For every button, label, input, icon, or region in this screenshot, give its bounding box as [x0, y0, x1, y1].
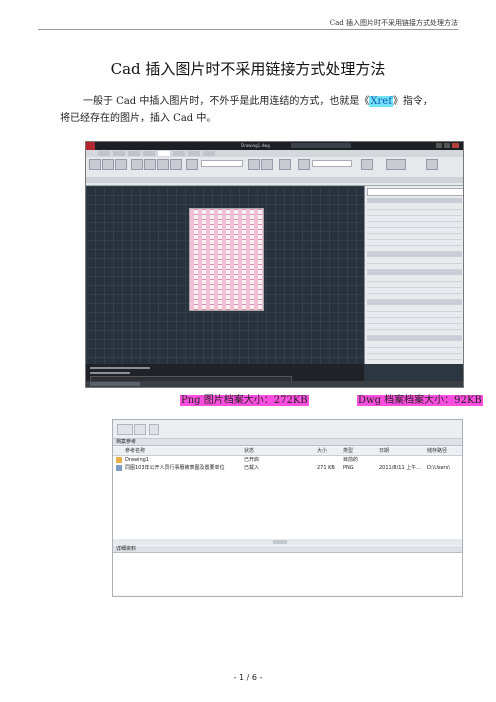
- command-line[interactable]: [86, 364, 364, 382]
- refresh-icon[interactable]: [134, 424, 146, 435]
- cad-ribbon-tabs[interactable]: [86, 150, 463, 157]
- table-row[interactable]: 同图103年公开人员行事曆被表图及置要单位 已载入 271 KB PNG 201…: [113, 464, 462, 472]
- command-history-line: [90, 367, 150, 369]
- details-pane: [113, 553, 462, 595]
- row-path: D:\Users\: [427, 465, 450, 471]
- match-properties-icon[interactable]: [298, 159, 310, 170]
- inserted-image[interactable]: [189, 208, 264, 311]
- xref-highlight: Xref: [369, 96, 393, 107]
- paste-tool-icon[interactable]: [426, 159, 438, 170]
- property-group-header[interactable]: [367, 300, 462, 305]
- file-references-header: 档案参考: [113, 439, 462, 446]
- layer-dropdown[interactable]: [201, 160, 243, 167]
- line-tool-icon[interactable]: [89, 159, 101, 170]
- png-size-text: Png 图片档案大小：272KB: [180, 395, 309, 406]
- row-size: 271 KB: [317, 465, 335, 471]
- property-group-header[interactable]: [367, 270, 462, 275]
- row-name: 同图103年公开人员行事曆被表图及置要单位: [125, 465, 225, 471]
- properties-palette: [364, 186, 463, 364]
- row-status: 已开启: [244, 457, 260, 463]
- autocad-screenshot: Drawing1.dwg: [85, 141, 464, 388]
- ribbon-tab[interactable]: [203, 151, 215, 156]
- selection-dropdown[interactable]: [367, 188, 463, 196]
- ribbon-panel-labels: [86, 177, 463, 183]
- header-rule: [38, 29, 458, 30]
- col-header-name[interactable]: 参考名称: [125, 447, 215, 456]
- ribbon-tab[interactable]: [143, 151, 155, 156]
- document-title: Cad 插入图片时不采用链接方式处理方法: [110, 60, 386, 78]
- ribbon-tab[interactable]: [173, 151, 185, 156]
- ribbon-tab[interactable]: [128, 151, 140, 156]
- property-row[interactable]: [367, 354, 462, 360]
- xref-palette-screenshot: 档案参考 参考名称 状态 大小 类型 日期 储存路径 Drawing1 已开启 …: [112, 419, 463, 597]
- col-header-path[interactable]: 储存路径: [427, 447, 462, 456]
- command-history-line: [90, 372, 130, 374]
- mirror-tool-icon[interactable]: [170, 159, 182, 170]
- move-tool-icon[interactable]: [131, 159, 143, 170]
- cad-title-bar: Drawing1.dwg: [86, 142, 463, 150]
- layer-tool-icon[interactable]: [186, 159, 198, 170]
- xref-toolbar: [113, 420, 462, 439]
- horizontal-scrollbar[interactable]: [113, 539, 462, 545]
- dwg-size-caption: Dwg 档案档案大小：92KB: [357, 391, 483, 406]
- image-file-icon: [116, 465, 122, 471]
- page-number: - 1 / 6 -: [233, 673, 263, 682]
- maximize-icon[interactable]: [444, 143, 450, 148]
- cad-file-tab: Drawing1.dwg: [241, 143, 270, 148]
- status-bar: [86, 381, 463, 387]
- row-size: [317, 456, 341, 464]
- circle-tool-icon[interactable]: [115, 159, 127, 170]
- col-header-date[interactable]: 日期: [379, 447, 409, 456]
- close-icon[interactable]: [452, 143, 459, 148]
- ribbon-tab[interactable]: [113, 151, 125, 156]
- row-path: [427, 456, 462, 464]
- intro-text-part1: 一般于 Cad 中插入图片时，不外乎是此用连结的方式，也就是《: [83, 96, 370, 107]
- property-group-header[interactable]: [367, 336, 462, 341]
- row-date: [379, 456, 424, 464]
- png-size-caption: Png 图片档案大小：272KB: [180, 391, 309, 406]
- cad-search-box[interactable]: [291, 143, 351, 148]
- copy-tool-icon[interactable]: [144, 159, 156, 170]
- insert-block-icon[interactable]: [279, 159, 291, 170]
- intro-paragraph: 一般于 Cad 中插入图片时，不外乎是此用连结的方式，也就是《Xref》指令，: [60, 94, 458, 109]
- minimize-icon[interactable]: [436, 143, 442, 148]
- row-name: Drawing1: [125, 457, 149, 463]
- ribbon-tab[interactable]: [98, 151, 110, 156]
- ribbon-tab-active[interactable]: [158, 151, 170, 156]
- attach-icon[interactable]: [117, 424, 133, 435]
- intro-paragraph-line2: 将已经存在的图片，插入 Cad 中。: [60, 113, 217, 124]
- row-type: 目前的: [343, 457, 359, 463]
- property-group-header[interactable]: [367, 252, 462, 257]
- ribbon-tab[interactable]: [188, 151, 200, 156]
- measure-tool-icon[interactable]: [361, 159, 373, 170]
- property-group-header[interactable]: [367, 198, 462, 203]
- group-tool-icon[interactable]: [386, 159, 406, 170]
- help-icon[interactable]: [149, 424, 159, 435]
- row-date: 2011/8/11 上午...: [379, 465, 421, 471]
- col-header-status[interactable]: 状态: [244, 447, 294, 456]
- color-dropdown[interactable]: [312, 160, 352, 167]
- running-header: Cad 插入图片时不采用链接方式处理方法: [329, 19, 458, 27]
- dwg-size-text: Dwg 档案档案大小：92KB: [357, 395, 483, 406]
- rotate-tool-icon[interactable]: [157, 159, 169, 170]
- xref-table: 参考名称 状态 大小 类型 日期 储存路径 Drawing1 已开启 目前的 同…: [113, 447, 462, 540]
- row-type: PNG: [343, 465, 354, 471]
- col-header-size[interactable]: 大小: [317, 447, 337, 456]
- scrollbar-thumb[interactable]: [273, 540, 287, 544]
- table-row[interactable]: Drawing1 已开启 目前的: [113, 456, 462, 464]
- intro-text-part2: 》指令，: [392, 96, 433, 107]
- autocad-logo-icon: [86, 142, 95, 150]
- dimension-tool-icon[interactable]: [261, 159, 273, 170]
- polyline-tool-icon[interactable]: [102, 159, 114, 170]
- col-header-type[interactable]: 类型: [343, 447, 363, 456]
- coordinate-readout: [90, 382, 140, 386]
- text-tool-icon[interactable]: [248, 159, 260, 170]
- row-status: 已载入: [244, 465, 260, 471]
- details-header: 详细资料: [113, 546, 462, 553]
- drawing-file-icon: [116, 457, 122, 463]
